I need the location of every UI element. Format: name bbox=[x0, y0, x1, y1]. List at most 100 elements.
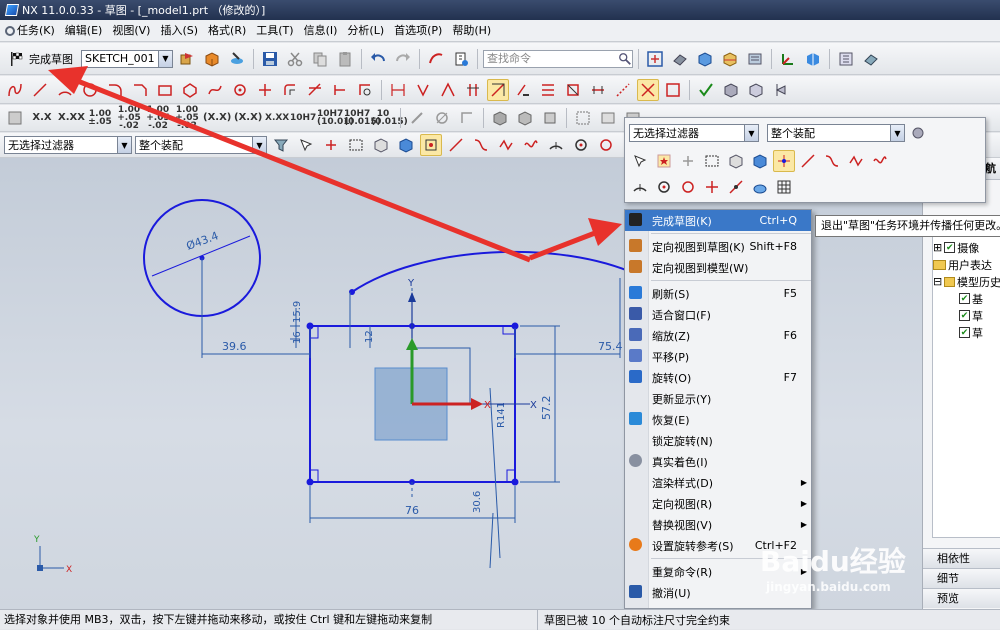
menu-analysis[interactable]: 分析(L) bbox=[342, 21, 389, 41]
tol-xxx[interactable]: X.XX bbox=[58, 113, 85, 123]
redo-icon[interactable] bbox=[392, 48, 414, 70]
circle-icon[interactable] bbox=[79, 79, 101, 101]
select-point-icon[interactable] bbox=[295, 134, 317, 156]
model-view-icon[interactable] bbox=[201, 48, 223, 70]
mb-quadrant-icon[interactable] bbox=[677, 176, 699, 198]
minibar-settings-icon[interactable] bbox=[907, 122, 929, 144]
menu-help[interactable]: 帮助(H) bbox=[447, 21, 496, 41]
menu-view[interactable]: 视图(V) bbox=[107, 21, 155, 41]
revolve-icon[interactable] bbox=[770, 79, 792, 101]
tol-ref-2[interactable]: (X.X) bbox=[234, 113, 262, 123]
menu-format[interactable]: 格式(R) bbox=[203, 21, 251, 41]
mb-view-icon[interactable] bbox=[725, 150, 747, 172]
mb-arc-icon[interactable] bbox=[629, 176, 651, 198]
polygon-icon[interactable] bbox=[179, 79, 201, 101]
menu-edit[interactable]: 编辑(E) bbox=[60, 21, 108, 41]
mb-grid-icon[interactable] bbox=[773, 176, 795, 198]
animate-dim-icon[interactable] bbox=[587, 79, 609, 101]
tol-xx[interactable]: X.X bbox=[29, 113, 55, 123]
mb-shade-icon[interactable] bbox=[749, 150, 771, 172]
snap-icon[interactable] bbox=[320, 134, 342, 156]
finish-sketch-button[interactable]: 完成草图 bbox=[4, 47, 78, 71]
preview-section[interactable]: 预览 bbox=[923, 588, 1000, 608]
mb-snap-icon[interactable] bbox=[677, 150, 699, 172]
render-style-icon[interactable] bbox=[694, 48, 716, 70]
mb-spline-icon[interactable] bbox=[845, 150, 867, 172]
tol-pm[interactable]: 1.00 ±.05 bbox=[87, 110, 113, 127]
shaded-view-icon[interactable] bbox=[669, 48, 691, 70]
copy-icon[interactable] bbox=[309, 48, 331, 70]
fillet-icon[interactable] bbox=[104, 79, 126, 101]
chamfer-icon[interactable] bbox=[129, 79, 151, 101]
annotation-icon[interactable] bbox=[4, 107, 26, 129]
dimension-icon[interactable] bbox=[387, 79, 409, 101]
relations-icon[interactable] bbox=[562, 79, 584, 101]
tol-fit-2[interactable]: 10H7 (10.01) bbox=[317, 110, 354, 127]
context-menu-item[interactable]: 定向视图到草图(K) Shift+F8 bbox=[625, 236, 811, 257]
snap-center-icon[interactable] bbox=[570, 134, 592, 156]
mb-select-icon[interactable] bbox=[629, 150, 651, 172]
context-menu-item[interactable]: 更新显示(Y) bbox=[625, 388, 811, 409]
context-menu-item[interactable]: 旋转(O) F7 bbox=[625, 367, 811, 388]
create-constraints-icon[interactable] bbox=[662, 79, 684, 101]
context-menu-item[interactable]: 适合窗口(F) bbox=[625, 304, 811, 325]
convert-ref-icon[interactable] bbox=[612, 79, 634, 101]
tree-row-sketch-1[interactable]: ✔ 草 bbox=[933, 307, 1000, 324]
edit-dim-icon[interactable] bbox=[406, 107, 428, 129]
mb-star-icon[interactable] bbox=[653, 150, 675, 172]
context-menu-item[interactable]: 恢复(E) bbox=[625, 409, 811, 430]
fit-view-icon[interactable] bbox=[644, 48, 666, 70]
details-section[interactable]: 细节 bbox=[923, 568, 1000, 588]
sketch-tool-icon[interactable] bbox=[176, 48, 198, 70]
arc-icon[interactable] bbox=[54, 79, 76, 101]
context-menu-item[interactable]: 渲染样式(D) ▶ bbox=[625, 472, 811, 493]
constraint-icon[interactable] bbox=[412, 79, 434, 101]
snap-arc-icon[interactable] bbox=[545, 134, 567, 156]
tree-row-sketch-2[interactable]: ✔ 草 bbox=[933, 324, 1000, 341]
wcs-icon[interactable] bbox=[777, 48, 799, 70]
box-select-icon[interactable] bbox=[345, 134, 367, 156]
save-icon[interactable] bbox=[259, 48, 281, 70]
mb-face-icon[interactable] bbox=[749, 176, 771, 198]
view-cube-icon[interactable] bbox=[370, 134, 392, 156]
continuous-auto-dim-icon[interactable] bbox=[487, 78, 509, 101]
dim-39-6[interactable]: 39.6 bbox=[222, 340, 247, 353]
tree-row-datum[interactable]: ✔ 基 bbox=[933, 290, 1000, 307]
context-menu-item[interactable]: 平移(P) bbox=[625, 346, 811, 367]
context-menu-item[interactable]: 锁定旋转(N) bbox=[625, 430, 811, 451]
tree-row-history[interactable]: ⊟ 模型历史 bbox=[933, 273, 1000, 290]
parallel-icon[interactable] bbox=[462, 79, 484, 101]
assembly-select[interactable]: 整个装配 ▼ bbox=[135, 136, 267, 154]
offset-icon[interactable] bbox=[279, 79, 301, 101]
show-constraints-icon[interactable] bbox=[537, 79, 559, 101]
check-icon[interactable] bbox=[695, 79, 717, 101]
corner-icon[interactable] bbox=[354, 79, 376, 101]
mb-curve-icon[interactable] bbox=[821, 150, 843, 172]
mb-box-select-icon[interactable] bbox=[701, 150, 723, 172]
mb-intersect-icon[interactable] bbox=[701, 176, 723, 198]
view-icon[interactable] bbox=[597, 107, 619, 129]
tol-bilateral[interactable]: 1.00 +.05 -.02 bbox=[116, 106, 142, 131]
profile-icon[interactable] bbox=[4, 79, 26, 101]
menu-tools[interactable]: 工具(T) bbox=[251, 21, 298, 41]
point-icon[interactable] bbox=[229, 79, 251, 101]
dim-r141[interactable]: R141 bbox=[496, 402, 507, 428]
tol-fit[interactable]: 10H7 bbox=[290, 114, 316, 123]
tol-basic[interactable]: X.XX bbox=[265, 114, 289, 123]
minibar-filter-select[interactable]: 无选择过滤器 ▼ bbox=[629, 124, 759, 142]
tol-bilateral-3[interactable]: 1.00 +.05 -.02 bbox=[174, 106, 200, 131]
dim-57-2[interactable]: 57.2 bbox=[540, 396, 553, 421]
line-icon[interactable] bbox=[29, 79, 51, 101]
body-icon[interactable] bbox=[489, 107, 511, 129]
menu-preferences[interactable]: 首选项(P) bbox=[389, 21, 447, 41]
sketch-name-select[interactable]: SKETCH_001 ▼ bbox=[81, 49, 173, 68]
mb-center-icon[interactable] bbox=[653, 176, 675, 198]
menu-info[interactable]: 信息(I) bbox=[299, 21, 343, 41]
ortho-icon[interactable] bbox=[456, 107, 478, 129]
select-icon[interactable] bbox=[572, 107, 594, 129]
snap-wave-icon[interactable] bbox=[520, 134, 542, 156]
sketch-arc[interactable] bbox=[351, 250, 641, 293]
filter-select[interactable]: 无选择过滤器 ▼ bbox=[4, 136, 132, 154]
menu-task[interactable]: 任务(K) bbox=[0, 21, 60, 41]
context-menu-item[interactable]: 刷新(S) F5 bbox=[625, 283, 811, 304]
